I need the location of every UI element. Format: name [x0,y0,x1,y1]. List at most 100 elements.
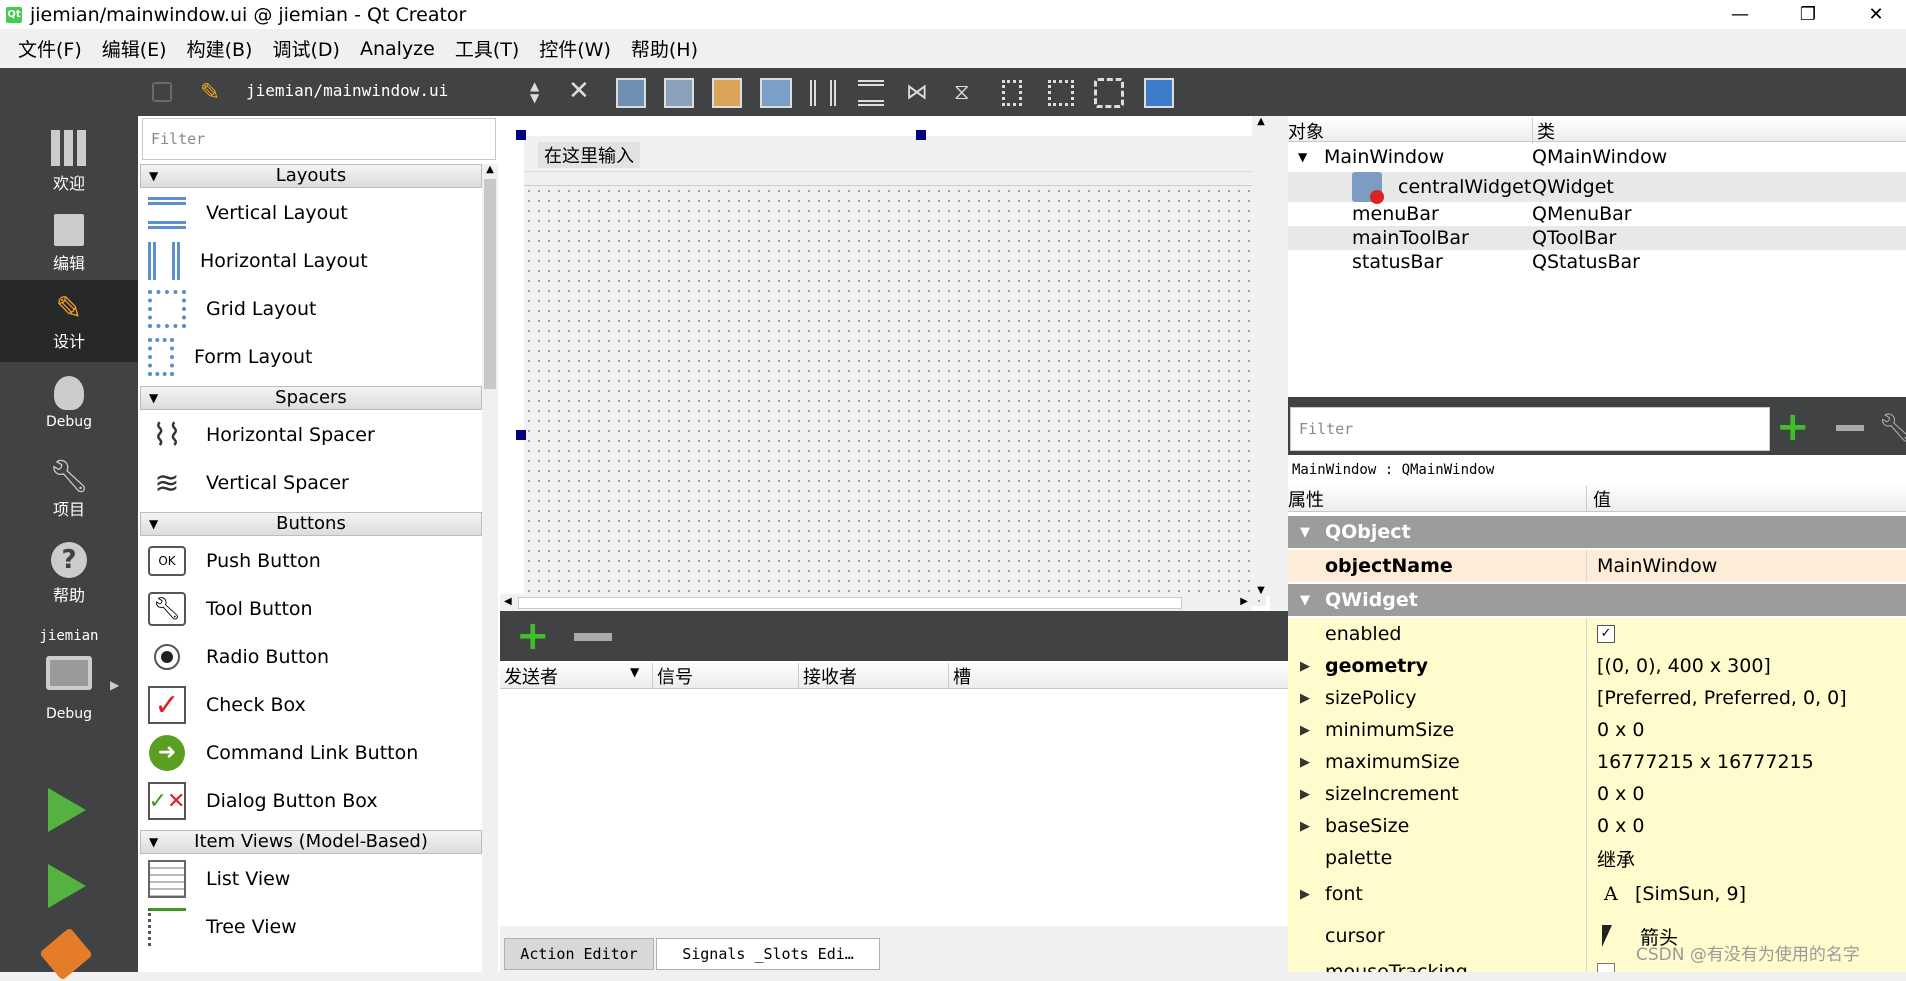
edit-tab-order-icon[interactable] [760,78,792,108]
mode-design[interactable]: ✎ 设计 [0,280,138,362]
widget-radio-button[interactable]: Radio Button [148,634,329,680]
object-row[interactable]: centralWidget QWidget [1288,172,1906,204]
prop-sizeincrement[interactable]: ▶ sizeIncrement 0 x 0 [1288,778,1906,810]
build-hammer-icon[interactable] [39,927,93,981]
col-sender[interactable]: 发送者 [504,663,558,689]
menu-debug[interactable]: 调试(D) [262,35,349,62]
category-item-views[interactable]: ▼ Item Views (Model-Based) [140,830,482,854]
menu-file[interactable]: 文件(F) [8,35,92,62]
selection-handle[interactable] [916,130,926,140]
category-spacers[interactable]: ▼ Spacers [140,386,482,410]
object-row[interactable]: menuBar QMenuBar [1288,202,1906,226]
kit-selector[interactable]: jiemian ▶ Debug [0,628,138,738]
add-connection-icon[interactable]: + [516,616,550,656]
remove-dynamic-property-icon[interactable] [1836,425,1864,431]
close-window-button[interactable]: ✕ [1842,0,1906,29]
layout-horizontal-icon[interactable] [810,80,836,106]
menu-analyze[interactable]: Analyze [350,38,445,60]
prop-minimumsize[interactable]: ▶ minimumSize 0 x 0 [1288,714,1906,746]
tab-signals-slots-editor[interactable]: Signals _Slots Edi… [656,938,880,970]
mode-edit[interactable]: 编辑 [0,208,138,280]
property-filter-input[interactable]: Filter [1290,407,1770,451]
adjust-size-icon[interactable] [1144,78,1174,108]
prop-enabled[interactable]: enabled ✓ [1288,618,1906,650]
layout-horizontal-splitter-icon[interactable]: ⋈ [906,80,932,106]
widget-form-layout[interactable]: Form Layout [148,334,313,380]
form-menu-bar[interactable]: 在这里输入 [524,136,1266,172]
col-slot[interactable]: 槽 [948,663,971,689]
widget-horizontal-layout[interactable]: Horizontal Layout [148,238,368,284]
widget-dialog-button-box[interactable]: ✓ ✕ Dialog Button Box [148,778,378,824]
widget-vertical-spacer[interactable]: ≋ Vertical Spacer [148,460,348,506]
category-buttons[interactable]: ▼ Buttons [140,512,482,536]
close-file-icon[interactable]: ✕ [568,76,590,106]
tab-action-editor[interactable]: Action Editor [504,938,654,970]
canvas-hscrollbar[interactable]: ◀ ▶ [500,594,1252,612]
col-object[interactable]: 对象 [1288,118,1324,144]
prop-sizepolicy[interactable]: ▶ sizePolicy [Preferred, Preferred, 0, 0] [1288,682,1906,714]
remove-connection-icon[interactable] [574,633,612,641]
col-class[interactable]: 类 [1532,118,1555,144]
edit-buddies-icon[interactable] [712,78,742,108]
edit-file-icon[interactable]: ✎ [200,78,226,106]
prop-basesize[interactable]: ▶ baseSize 0 x 0 [1288,810,1906,842]
menu-edit[interactable]: 编辑(E) [92,35,177,62]
widget-vertical-layout[interactable]: Vertical Layout [148,190,348,236]
widget-push-button[interactable]: OK Push Button [148,538,321,584]
widget-command-link-button[interactable]: ➜ Command Link Button [148,730,418,776]
category-layouts[interactable]: ▼ Layouts [140,164,482,188]
break-layout-icon[interactable] [1094,78,1124,108]
col-signal[interactable]: 信号 [652,663,693,689]
run-icon[interactable] [48,788,86,832]
layout-form-icon[interactable] [1002,80,1022,106]
group-qwidget[interactable]: ▼ QWidget [1288,584,1906,616]
widget-horizontal-spacer[interactable]: ⌇⌇ Horizontal Spacer [148,412,374,458]
group-qobject[interactable]: ▼ QObject [1288,516,1906,548]
prop-objectname[interactable]: objectName MainWindow [1288,550,1906,582]
object-row[interactable]: mainToolBar QToolBar [1288,226,1906,250]
configure-wrench-icon[interactable]: 🔧︎ [1878,411,1906,444]
scroll-up-icon[interactable]: ▲ [482,164,498,175]
col-receiver[interactable]: 接收者 [798,663,857,689]
enabled-checkbox[interactable]: ✓ [1597,625,1615,643]
edit-signals-slots-icon[interactable] [664,78,694,108]
menu-tools[interactable]: 工具(T) [445,35,529,62]
prop-palette[interactable]: palette 继承 [1288,842,1906,874]
col-value[interactable]: 值 [1586,486,1611,512]
file-switch-arrows-icon[interactable]: ▲ ▼ [530,80,539,104]
form-window[interactable]: 在这里输入 [524,136,1266,606]
mode-help[interactable]: ? 帮助 [0,540,138,612]
minimize-button[interactable]: — [1706,0,1774,29]
debug-run-icon[interactable] [48,864,86,908]
widget-tool-button[interactable]: 🔧︎ Tool Button [148,586,313,632]
menu-widgets[interactable]: 控件(W) [529,35,621,62]
restore-button[interactable]: ❐ [1774,0,1842,29]
object-row[interactable]: ▼ MainWindow QMainWindow [1288,142,1906,172]
widget-list-view[interactable]: List View [148,856,290,902]
widget-tree-view[interactable]: Tree View [148,904,297,950]
object-row[interactable]: statusBar QStatusBar [1288,250,1906,274]
scroll-thumb[interactable] [484,179,496,389]
mode-projects[interactable]: 🔧︎ 项目 [0,456,138,528]
selection-handle[interactable] [516,130,526,140]
widget-box-scrollbar[interactable]: ▲ [482,164,498,972]
col-property[interactable]: 属性 [1288,486,1324,512]
prop-font[interactable]: ▶ font A [SimSun, 9] [1288,874,1906,914]
add-dynamic-property-icon[interactable]: + [1776,407,1810,447]
widget-check-box[interactable]: ✓ Check Box [148,682,306,728]
menu-build[interactable]: 构建(B) [177,35,263,62]
mode-welcome[interactable]: 欢迎 [0,126,138,198]
menu-type-here[interactable]: 在这里输入 [538,142,640,168]
widget-filter-input[interactable]: Filter [142,118,496,160]
layout-vertical-splitter-icon[interactable]: ⧖ [954,80,980,106]
selection-handle[interactable] [516,430,526,440]
form-toolbar[interactable] [524,172,1266,186]
widget-grid-layout[interactable]: Grid Layout [148,286,317,332]
prop-maximumsize[interactable]: ▶ maximumSize 16777215 x 16777215 [1288,746,1906,778]
layout-vertical-icon[interactable] [858,80,884,106]
canvas-vscrollbar[interactable]: ▲ ▼ [1252,116,1270,596]
mode-debug[interactable]: Debug [0,372,138,444]
edit-widgets-icon[interactable] [616,78,646,108]
prop-geometry[interactable]: ▶ geometry [(0, 0), 400 x 300] [1288,650,1906,682]
menu-help[interactable]: 帮助(H) [621,35,708,62]
